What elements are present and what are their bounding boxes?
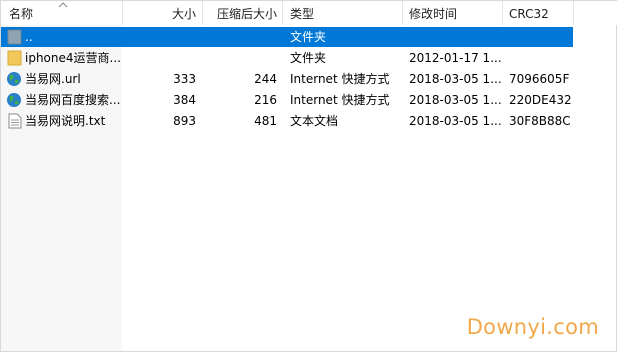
globe-icon xyxy=(7,93,21,107)
row-packed-size: 481 xyxy=(254,114,277,128)
archive-file-list: 名称 大小 压缩后大小 类型 修改时间 CRC32 .. 文件夹 iphone4… xyxy=(0,0,617,352)
row-modified: 2018-03-05 1... xyxy=(409,93,501,107)
table-row[interactable]: .. 文件夹 xyxy=(1,27,573,47)
column-divider[interactable] xyxy=(282,1,283,25)
folder-icon xyxy=(7,50,22,66)
column-divider[interactable] xyxy=(502,1,503,25)
header-size[interactable]: 大小 xyxy=(151,1,196,25)
column-divider[interactable] xyxy=(122,1,123,25)
sort-ascending-icon xyxy=(58,2,68,8)
row-name: .. xyxy=(25,30,33,44)
folder-up-icon xyxy=(7,29,22,45)
header-crc32[interactable]: CRC32 xyxy=(509,1,549,25)
row-size: 333 xyxy=(173,72,196,86)
row-size: 384 xyxy=(173,93,196,107)
row-type: Internet 快捷方式 xyxy=(290,93,390,107)
row-name: iphone4运营商... xyxy=(25,51,121,65)
row-modified: 2012-01-17 1... xyxy=(409,51,501,65)
header-modified[interactable]: 修改时间 xyxy=(409,1,457,25)
header-type[interactable]: 类型 xyxy=(290,1,314,25)
text-file-icon xyxy=(8,113,22,129)
row-type: 文件夹 xyxy=(290,51,327,65)
row-name: 当易网.url xyxy=(25,72,81,86)
row-type: 文件夹 xyxy=(290,30,327,44)
row-modified: 2018-03-05 1... xyxy=(409,114,501,128)
header-name[interactable]: 名称 xyxy=(9,1,33,25)
row-size: 893 xyxy=(173,114,196,128)
row-modified: 2018-03-05 1... xyxy=(409,72,501,86)
row-type: Internet 快捷方式 xyxy=(290,72,390,86)
row-type: 文本文档 xyxy=(290,114,339,128)
column-divider[interactable] xyxy=(202,1,203,25)
table-row[interactable]: 当易网说明.txt 893 481 文本文档 2018-03-05 1... 3… xyxy=(1,111,573,131)
globe-icon xyxy=(7,72,21,86)
row-packed-size: 216 xyxy=(254,93,277,107)
row-packed-size: 244 xyxy=(254,72,277,86)
column-header-bar: 名称 大小 压缩后大小 类型 修改时间 CRC32 xyxy=(1,1,617,25)
watermark: Downyi.com xyxy=(466,315,599,339)
row-crc32: 30F8B88C xyxy=(509,114,571,128)
row-name: 当易网说明.txt xyxy=(25,114,106,128)
column-divider[interactable] xyxy=(402,1,403,25)
table-row[interactable]: 当易网百度搜索... 384 216 Internet 快捷方式 2018-03… xyxy=(1,90,573,110)
header-packed-size[interactable]: 压缩后大小 xyxy=(206,1,277,25)
row-crc32: 7096605F xyxy=(509,72,570,86)
row-name: 当易网百度搜索... xyxy=(25,93,121,107)
row-crc32: 220DE432 xyxy=(509,93,572,107)
column-divider[interactable] xyxy=(573,1,574,25)
table-row[interactable]: 当易网.url 333 244 Internet 快捷方式 2018-03-05… xyxy=(1,69,573,89)
table-row[interactable]: iphone4运营商... 文件夹 2012-01-17 1... xyxy=(1,48,573,68)
